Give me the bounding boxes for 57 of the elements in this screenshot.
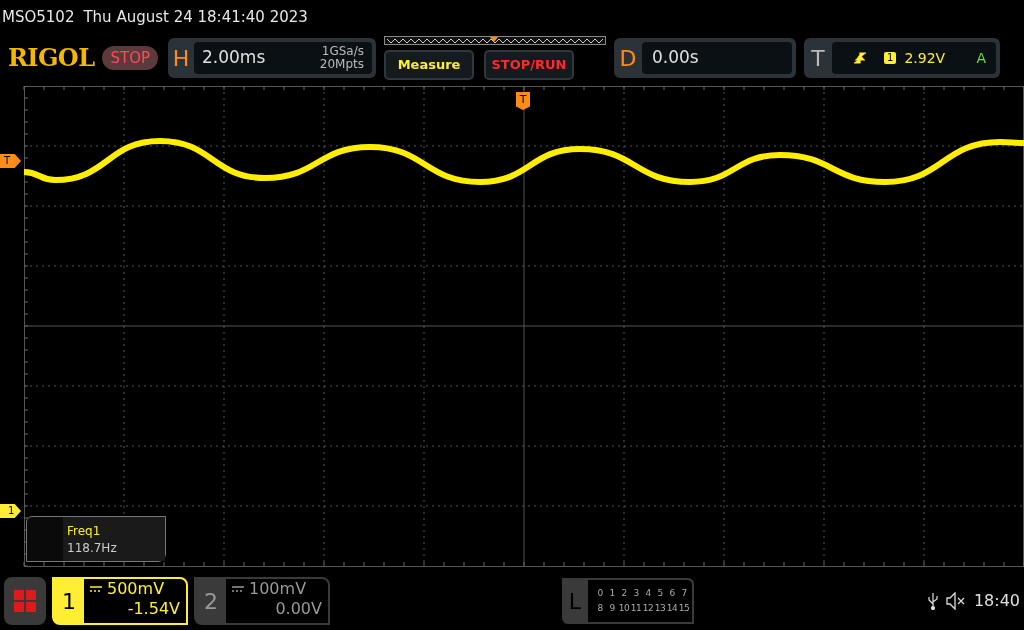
measure-button[interactable]: Measure [384, 50, 474, 80]
menu-icon [14, 590, 36, 612]
trigger-mode: A [976, 48, 986, 68]
channel-label: 2 [620, 588, 628, 599]
vertical-offset: 0.00V [275, 599, 322, 619]
channel-button[interactable]: 1 500mV -1.54V [52, 577, 188, 625]
channel-label: 9 [608, 603, 616, 614]
channel-number: 2 [203, 587, 219, 616]
channel-label: 3 [632, 588, 640, 599]
date-time: Thu August 24 18:41:40 2023 [83, 6, 308, 28]
trigger-letter: T [810, 44, 826, 73]
delay-panel[interactable]: D 0.00s [614, 38, 796, 78]
muted-speaker-icon[interactable] [945, 592, 966, 610]
channel-label: 7 [680, 588, 688, 599]
trigger-panel[interactable]: T 1 2.92V A [804, 38, 1000, 78]
channel-label: 10 [618, 603, 630, 614]
channel-label: 15 [678, 603, 690, 614]
channel-label: 14 [666, 603, 678, 614]
logic-analyzer-panel[interactable]: L 0 1 2 3 4 5 6 7 8 9 10 11 12 13 14 15 [562, 578, 694, 624]
channel-button[interactable]: 2 100mV 0.00V [194, 577, 330, 625]
horizontal-panel[interactable]: H 2.00ms 1GSa/s 20Mpts [168, 38, 376, 78]
run-status-badge: STOP [102, 45, 158, 71]
channel-offset-marker[interactable]: 1 [0, 504, 21, 518]
delay-value: 0.00s [652, 46, 699, 70]
clock-time: 18:40 [973, 590, 1020, 612]
memory-depth: 20Mpts [319, 58, 364, 71]
channel-number: 1 [61, 587, 77, 616]
channel-label: 6 [668, 588, 676, 599]
channel-label: 13 [654, 603, 666, 614]
usb-icon [927, 592, 938, 610]
channel-label: 12 [642, 603, 654, 614]
measurement-value: 118.7Hz [67, 540, 118, 555]
main-menu-button[interactable] [4, 577, 46, 625]
measurement-name: Freq1 [67, 523, 102, 538]
channel-label: 0 [596, 588, 604, 599]
dc-coupling-icon [232, 586, 244, 592]
trigger-level-marker[interactable]: T [0, 154, 21, 168]
trigger-position-marker[interactable]: T [516, 92, 530, 110]
trigger-level: 2.92V [904, 48, 946, 68]
channel-label: 4 [644, 588, 652, 599]
logic-letter: L [567, 587, 583, 616]
timebase-value: 2.00ms [202, 46, 266, 70]
channel-label: 8 [596, 603, 604, 614]
model-name: MSO5102 [2, 6, 75, 28]
delay-letter: D [618, 44, 638, 73]
vertical-scale: 500mV [107, 579, 165, 599]
vertical-scale: 100mV [249, 579, 307, 599]
dc-coupling-icon [90, 586, 102, 592]
vertical-offset: -1.54V [127, 599, 180, 619]
channel-label: 5 [656, 588, 664, 599]
trigger-source-badge: 1 [884, 52, 897, 64]
channel-label: 1 [608, 588, 616, 599]
stop-run-button[interactable]: STOP/RUN [484, 50, 574, 80]
sample-rate: 1GSa/s [321, 45, 364, 58]
brand-logo: RIGOL [8, 42, 95, 74]
horizontal-letter: H [171, 44, 191, 73]
channel-label: 11 [630, 603, 642, 614]
